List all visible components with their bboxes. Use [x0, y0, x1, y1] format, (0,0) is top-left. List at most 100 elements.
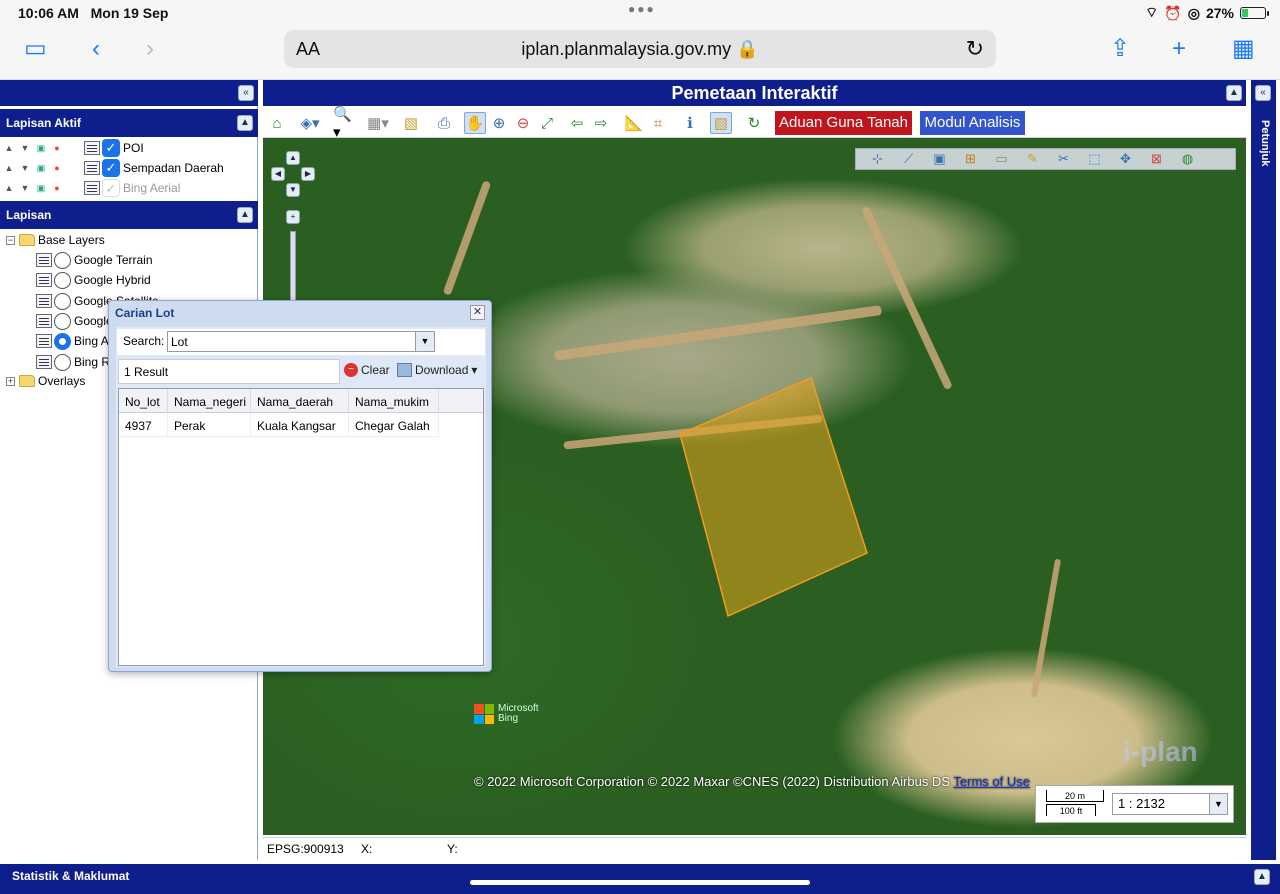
base-layer-row[interactable]: Bing R [36, 352, 110, 372]
left-panel-header: « [0, 80, 258, 106]
zoom-plus-icon[interactable]: + [286, 210, 300, 224]
layer-radio[interactable] [54, 292, 71, 310]
base-layer-row[interactable]: Google Hybrid [36, 270, 151, 290]
active-layer-row[interactable]: ▲ ▼ ▣ ● ✓ Sempadan Daerah [4, 158, 224, 178]
add-line-icon[interactable]: ⟋ [893, 151, 924, 167]
wifi-icon: ⌔ [1145, 4, 1159, 20]
layer-checkbox[interactable]: ✓ [102, 179, 120, 197]
collapse-left-icon[interactable]: « [238, 85, 254, 101]
overlays-node[interactable]: + Overlays [6, 371, 85, 391]
layer-radio[interactable] [54, 353, 71, 371]
layer-icon [36, 334, 52, 348]
layer-icon [36, 273, 52, 287]
modul-analisis-button[interactable]: Modul Analisis [920, 111, 1025, 135]
grid-menu-icon[interactable]: ▦▾ [367, 112, 389, 134]
globe-icon[interactable]: ◍ [1172, 151, 1203, 167]
layer-radio[interactable] [54, 271, 71, 289]
zoom-menu-icon[interactable]: 🔍▾ [333, 106, 355, 141]
new-tab-icon[interactable]: + [1172, 36, 1186, 62]
base-layers-node[interactable]: − Base Layers [6, 230, 105, 250]
alarm-icon: ⏰ [1164, 4, 1182, 21]
column-header[interactable]: No_lot [119, 389, 168, 413]
aduan-guna-tanah-button[interactable]: Aduan Guna Tanah [775, 111, 912, 135]
column-header[interactable]: Nama_daerah [251, 389, 349, 413]
base-layer-row[interactable]: Google Terrain [36, 250, 153, 270]
cell-nama-daerah: Kuala Kangsar [251, 414, 349, 437]
lot-search-icon[interactable]: ▧ [710, 112, 732, 134]
scale-select[interactable]: 1 : 2132 ▼ [1112, 793, 1228, 815]
column-header[interactable]: Nama_mukim [349, 389, 439, 413]
add-point-icon[interactable]: ⊹ [862, 151, 893, 167]
pan-left-icon[interactable]: ◀ [271, 167, 285, 181]
forward-icon[interactable]: › [146, 36, 154, 62]
cell-nama-mukim: Chegar Galah [349, 414, 439, 437]
sidebar-icon[interactable]: ▭ [24, 36, 47, 62]
close-icon[interactable]: ✕ [470, 305, 485, 320]
pan-right-icon[interactable]: ▶ [301, 167, 315, 181]
edit-pencil-icon[interactable]: ✎ [1017, 151, 1048, 167]
zoom-slider[interactable] [290, 231, 296, 301]
app: « Lapisan Aktif ▲ ▲ ▼ ▣ ● ✓ POI ▲ ▼ ▣ ● ✓ Semp… [0, 80, 1280, 894]
info-icon[interactable]: ℹ [679, 112, 701, 134]
multitask-dots[interactable]: ●●● [628, 2, 656, 16]
cut-icon[interactable]: ✂ [1048, 151, 1079, 167]
zoom-out-icon[interactable]: ⊖ [512, 112, 534, 134]
share-icon[interactable]: ⇪ [1110, 36, 1130, 62]
tabs-overview-icon[interactable]: ▦ [1232, 36, 1255, 62]
home-icon[interactable]: ⌂ [266, 112, 288, 134]
add-feature-icon[interactable]: ⊞ [955, 151, 986, 167]
zoom-in-icon[interactable]: ⊕ [488, 112, 510, 134]
layer-checkbox[interactable]: ✓ [102, 159, 120, 177]
base-layer-row[interactable]: Bing A [36, 331, 109, 351]
back-icon[interactable]: ‹ [92, 36, 100, 62]
address-bar[interactable]: AA iplan.planmalaysia.gov.my 🔒 ↻ [284, 30, 996, 68]
pan-hand-icon[interactable]: ✋ [464, 112, 486, 134]
layer-radio[interactable] [54, 251, 71, 269]
layer-radio[interactable] [54, 312, 71, 330]
select-icon[interactable]: ⬚ [1079, 151, 1110, 167]
download-button[interactable]: Download ▾ [397, 363, 477, 377]
dialog-body: Search: Lot ▼ 1 Result − Clear Download ▾ … [116, 327, 486, 667]
chevron-down-icon: ▾ [471, 363, 478, 377]
layers-menu-icon[interactable]: ◈▾ [299, 112, 321, 134]
layer-icon [84, 181, 100, 195]
expand-toggle-icon: + [6, 375, 15, 386]
terms-of-use-link[interactable]: Terms of Use [953, 774, 1030, 789]
collapse-map-icon[interactable]: ▲ [1226, 85, 1242, 101]
add-polygon-icon[interactable]: ▣ [924, 151, 955, 167]
full-extent-icon[interactable]: ⤢ [536, 112, 558, 134]
label-icon[interactable]: ▭ [986, 151, 1017, 167]
previous-view-icon[interactable]: ⇦ [566, 112, 588, 134]
next-view-icon[interactable]: ⇨ [590, 112, 612, 134]
statistik-label[interactable]: Statistik & Maklumat [12, 869, 129, 883]
table-row[interactable]: 4937 Perak Kuala Kangsar Chegar Galah [119, 414, 439, 437]
active-layer-row[interactable]: ▲ ▼ ▣ ● ✓ POI [4, 138, 144, 158]
collapse-active-icon[interactable]: ▲ [237, 115, 253, 131]
home-indicator[interactable] [470, 880, 810, 885]
crop-icon[interactable]: ⌗ [647, 112, 669, 134]
refresh-icon[interactable]: ↻ [743, 112, 765, 134]
measure-icon[interactable]: 📐 [623, 112, 645, 134]
pan-down-icon[interactable]: ▼ [286, 183, 300, 197]
petunjuk-tab[interactable]: Petunjuk [1255, 120, 1271, 220]
collapse-layers-icon[interactable]: ▲ [237, 207, 253, 223]
folder-icon [19, 375, 35, 387]
layer-radio[interactable] [54, 332, 71, 350]
reload-icon[interactable]: ↻ [966, 36, 984, 62]
base-layer-row[interactable]: Google [36, 311, 113, 331]
expand-bottom-icon[interactable]: ▲ [1254, 869, 1270, 885]
chevron-down-icon[interactable]: ▼ [415, 331, 435, 352]
search-select[interactable]: Lot [167, 331, 435, 352]
move-icon[interactable]: ✥ [1110, 151, 1141, 167]
print-icon[interactable]: ⎙ [433, 112, 455, 134]
clear-button[interactable]: − Clear [344, 363, 390, 377]
column-header[interactable]: Nama_negeri [168, 389, 251, 413]
layers-header: Lapisan ▲ [0, 201, 258, 229]
active-layer-row[interactable]: ▲ ▼ ▣ ● ✓ Bing Aerial [4, 178, 180, 198]
map-extent-icon[interactable]: ▧ [400, 112, 422, 134]
expand-right-icon[interactable]: « [1255, 85, 1271, 101]
delete-feature-icon[interactable]: ⊠ [1141, 151, 1172, 167]
layer-checkbox[interactable]: ✓ [102, 139, 120, 157]
pan-up-icon[interactable]: ▲ [286, 151, 300, 165]
edit-tools: ⊹ ⟋ ▣ ⊞ ▭ ✎ ✂ ⬚ ✥ ⊠ ◍ [855, 148, 1236, 170]
